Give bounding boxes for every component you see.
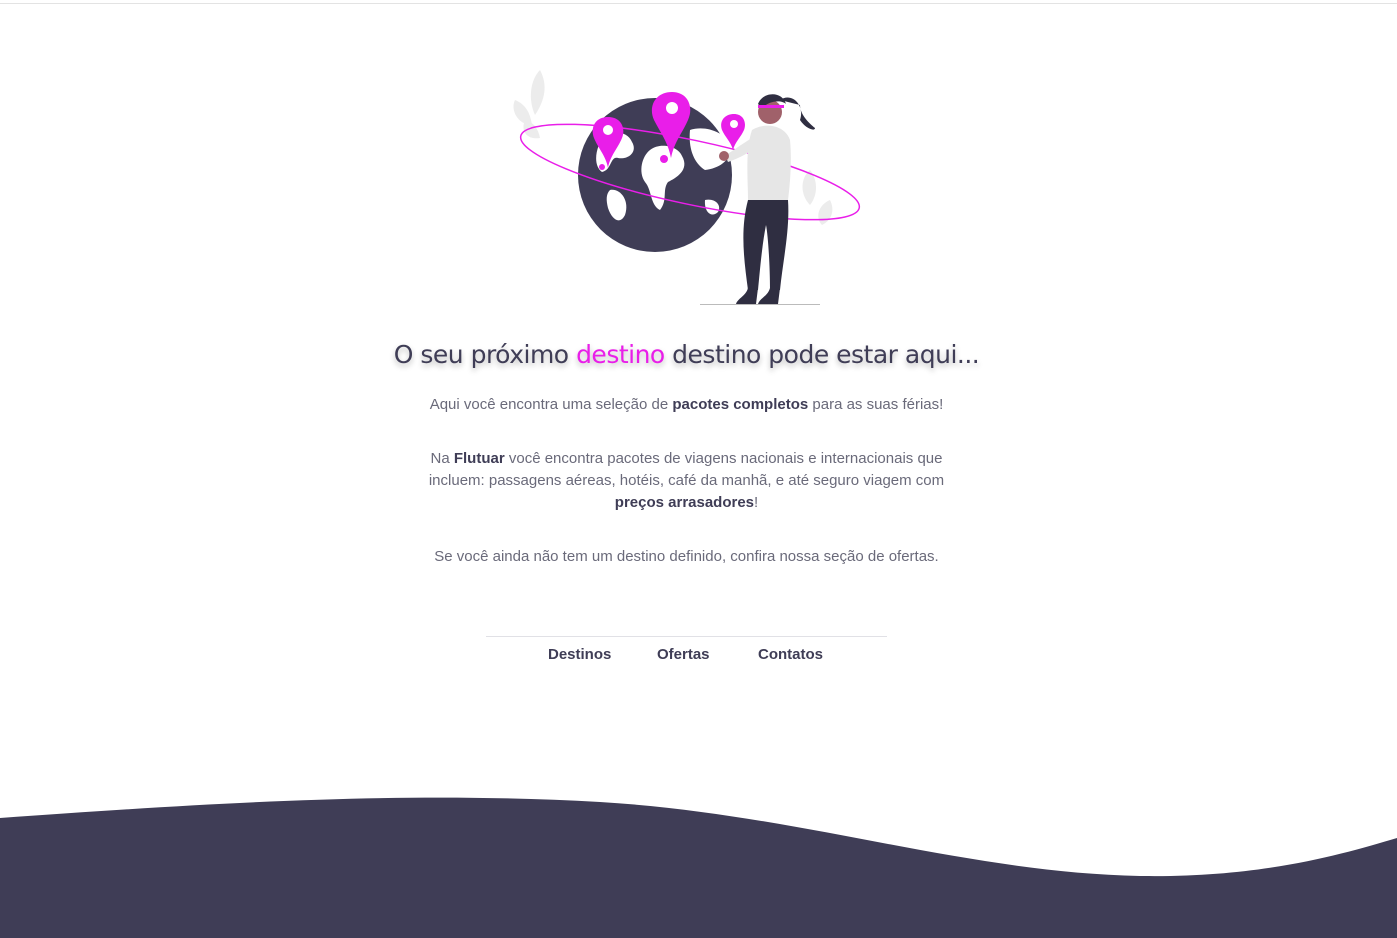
top-border xyxy=(0,3,1397,4)
intro-p1-bold: pacotes completos xyxy=(672,396,809,413)
nav-link-ofertas[interactable]: Ofertas xyxy=(657,646,710,663)
title-part-1: O seu próximo xyxy=(393,340,577,369)
nav-divider xyxy=(486,636,887,637)
travel-illustration xyxy=(513,70,861,305)
intro-paragraph-3: Se você ainda não tem um destino definid… xyxy=(434,548,939,565)
intro-paragraph-1: Aqui você encontra uma seleção de pacote… xyxy=(410,394,963,416)
nav-link-destinos[interactable]: Destinos xyxy=(548,646,611,663)
title-accent: destino xyxy=(576,340,665,369)
nav-link-contatos[interactable]: Contatos xyxy=(758,646,823,663)
intro-p2-text-before: Na xyxy=(430,450,454,467)
intro-p2-text-middle: você encontra pacotes de viagens naciona… xyxy=(428,450,945,489)
intro-paragraph-2: Na Flutuar você encontra pacotes de viag… xyxy=(410,448,963,514)
intro-p2-bold: preços arrasadores xyxy=(614,494,755,511)
leaf-decoration-right xyxy=(802,170,833,225)
footer-wave xyxy=(0,797,1397,938)
title-part-2: destino pode estar aqui... xyxy=(664,340,980,369)
intro-p1-text-before: Aqui você encontra uma seleção de xyxy=(429,396,673,413)
intro-p1-text-after: para as suas férias! xyxy=(808,396,944,413)
ground-line xyxy=(700,304,820,305)
page-title: O seu próximo destino destino pode estar… xyxy=(0,340,1373,369)
brand-name: Flutuar xyxy=(453,450,505,467)
intro-p2-text-after: ! xyxy=(754,494,759,511)
